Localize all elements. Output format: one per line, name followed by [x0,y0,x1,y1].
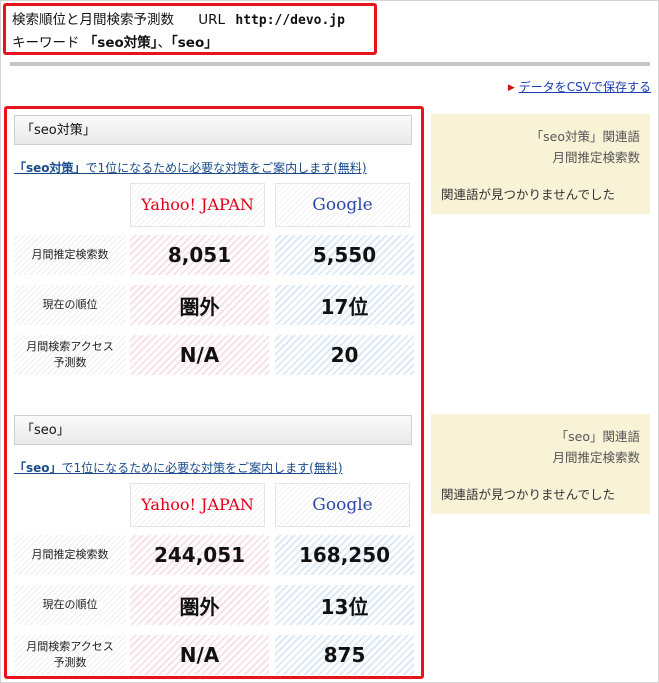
header-divider [10,62,650,66]
section-title: 「seo」 [14,415,412,445]
google-access-value: 875 [275,635,414,675]
consult-link-keyword: 「seo」 [14,461,62,475]
row-label-monthly: 月間推定検索数 [14,235,126,275]
access-label-line2: 予測数 [53,356,87,369]
google-rank-value: 17位 [275,285,414,325]
related-keyword: 「seo対策」 [530,129,603,144]
access-label-line1: 月間検索アクセス [26,640,114,653]
related-panel-seo: 「seo」関連語 月間推定検索数 関連語が見つかりませんでした [431,414,650,514]
keyword-2: 「seo」 [171,35,218,51]
url-label: URL [198,12,226,28]
consult-link-keyword: 「seo対策」 [14,161,86,175]
yahoo-access-value: N/A [130,335,269,375]
result-section-seo: 「seo」 「seo」で1位になるために必要な対策をご案内します(無料) Yah… [14,415,420,675]
google-header: Google [275,483,410,527]
header-title-line: 検索順位と月間検索予測数 URL http://devo.jp [12,9,368,32]
google-rank-value: 13位 [275,585,414,625]
consult-link-text: で1位になるために必要な対策をご案内します(無料) [85,161,367,175]
consult-link-text: で1位になるために必要な対策をご案内します(無料) [61,461,343,475]
related-title: 「seo対策」関連語 月間推定検索数 [531,126,640,168]
keyword-prefix: キーワード [12,35,80,51]
yahoo-header: Yahoo! JAPAN [130,183,265,227]
yahoo-monthly-value: 244,051 [130,535,269,575]
arrow-right-icon: ▶ [507,83,515,93]
google-header: Google [275,183,410,227]
yahoo-access-value: N/A [130,635,269,675]
related-title-suffix: 関連語 [602,129,640,144]
access-label-line1: 月間検索アクセス [26,340,114,353]
yahoo-rank-value: 圏外 [130,285,269,325]
header-box: 検索順位と月間検索予測数 URL http://devo.jp キーワード 「s… [3,3,377,55]
related-message: 関連語が見つかりませんでした [441,487,616,502]
google-monthly-value: 5,550 [275,235,414,275]
result-section-seo-taisaku: 「seo対策」 「seo対策」で1位になるために必要な対策をご案内します(無料)… [14,115,420,375]
section-title: 「seo対策」 [14,115,412,145]
related-message: 関連語が見つかりませんでした [441,187,616,202]
row-label-rank: 現在の順位 [14,285,126,325]
access-label-line2: 予測数 [53,656,87,669]
consult-link[interactable]: 「seo対策」で1位になるために必要な対策をご案内します(無料) [14,159,367,176]
consult-link[interactable]: 「seo」で1位になるために必要な対策をご案内します(無料) [14,459,343,476]
row-label-monthly: 月間推定検索数 [14,535,126,575]
page-title: 検索順位と月間検索予測数 [12,12,174,28]
related-panel-seo-taisaku: 「seo対策」関連語 月間推定検索数 関連語が見つかりませんでした [431,114,650,214]
related-subtitle: 月間推定検索数 [552,450,640,465]
related-subtitle: 月間推定検索数 [552,150,640,165]
yahoo-monthly-value: 8,051 [130,235,269,275]
row-label-access: 月間検索アクセス 予測数 [14,635,126,675]
yahoo-rank-value: 圏外 [130,585,269,625]
related-title: 「seo」関連語 月間推定検索数 [552,426,640,468]
related-keyword: 「seo」 [555,429,603,444]
keyword-line: キーワード 「seo対策」、「seo」 [12,32,368,55]
row-label-rank: 現在の順位 [14,585,126,625]
results-box: 「seo対策」 「seo対策」で1位になるために必要な対策をご案内します(無料)… [4,106,424,679]
yahoo-header: Yahoo! JAPAN [130,483,265,527]
keyword-separator: 、 [157,35,172,51]
google-monthly-value: 168,250 [275,535,414,575]
google-access-value: 20 [275,335,414,375]
csv-link-label: データをCSVで保存する [518,80,651,94]
csv-download-link[interactable]: ▶ データをCSVで保存する [508,78,651,95]
site-url: http://devo.jp [235,13,345,28]
related-title-suffix: 関連語 [602,429,640,444]
keyword-1: 「seo対策」 [83,35,158,51]
row-label-access: 月間検索アクセス 予測数 [14,335,126,375]
